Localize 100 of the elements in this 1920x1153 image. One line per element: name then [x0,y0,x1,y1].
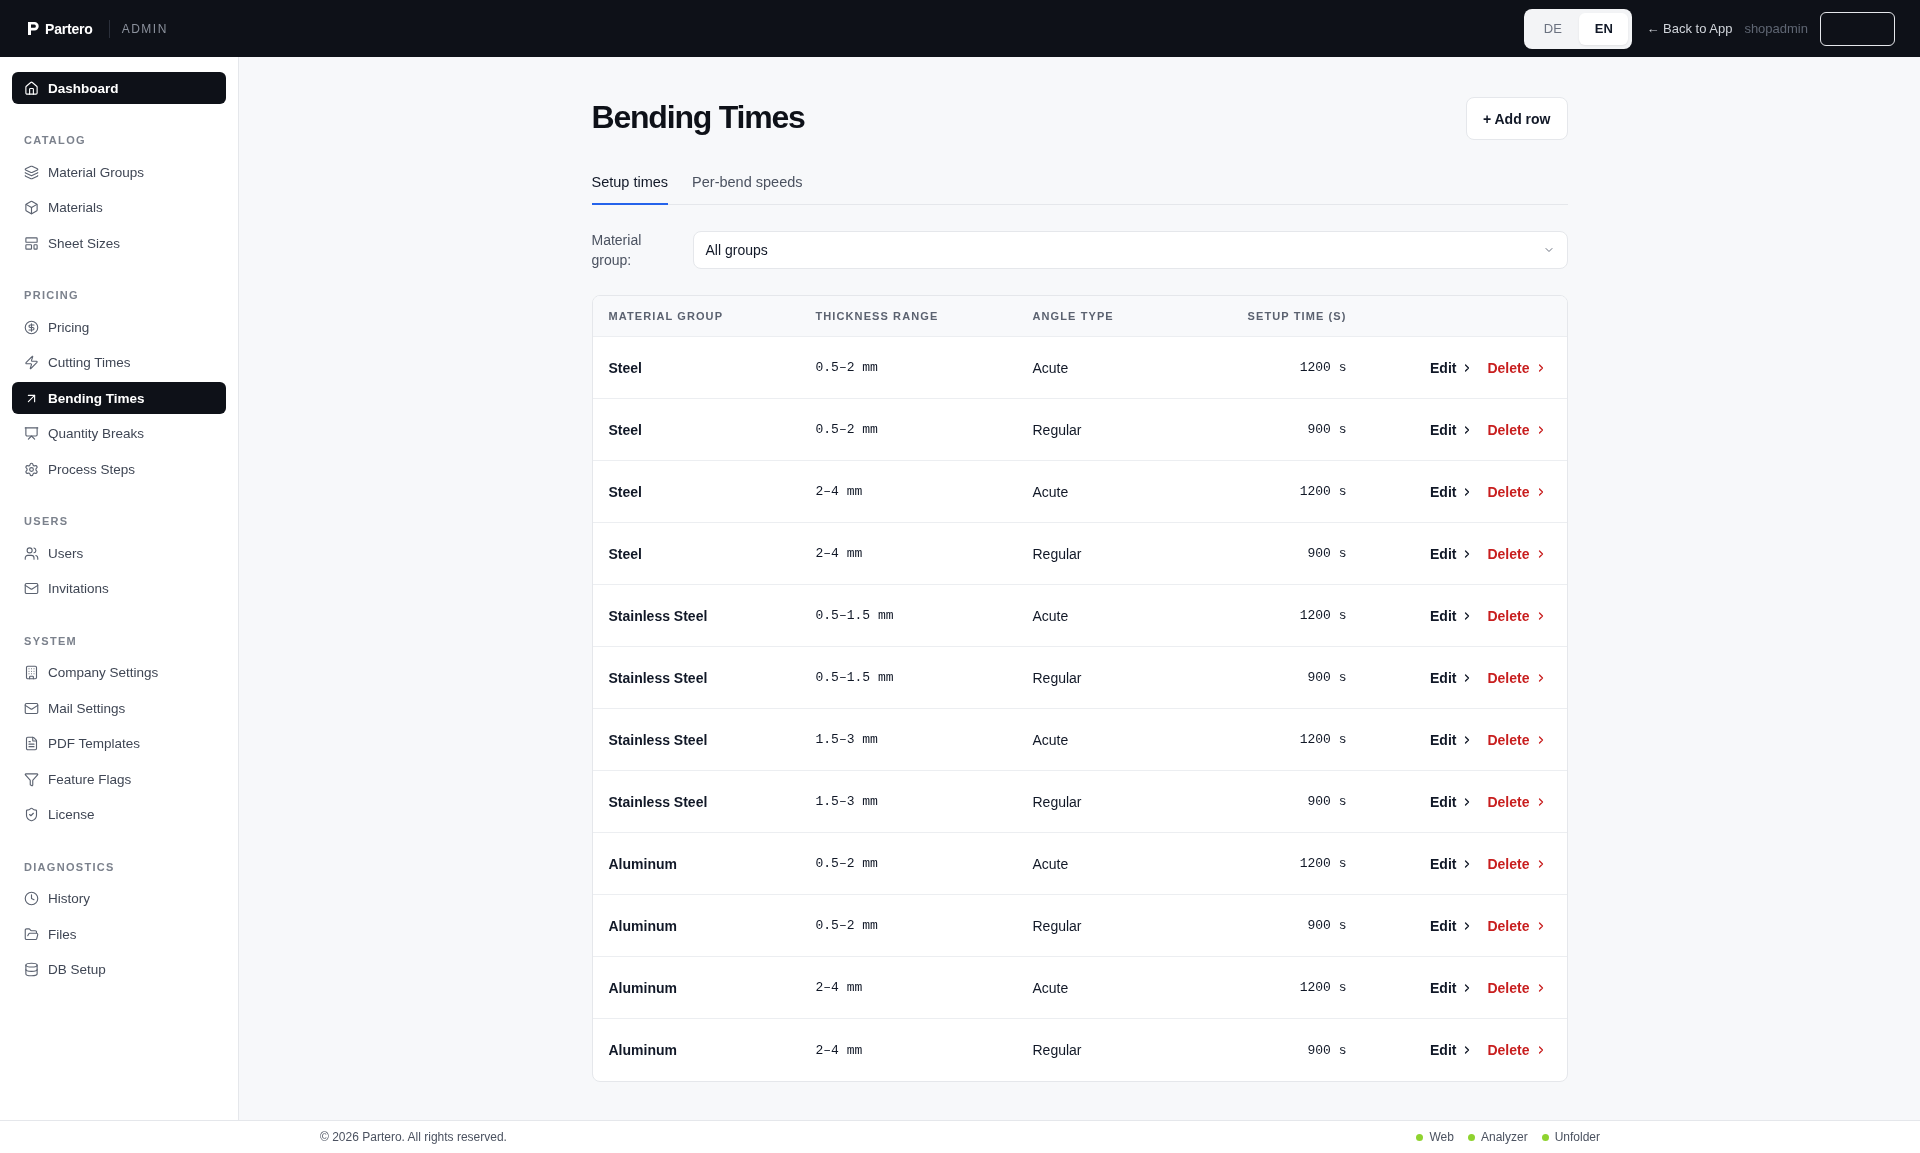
table-cell-text: Acute [1031,731,1070,748]
sidebar-item[interactable]: Pricing [12,311,226,343]
delete-link[interactable]: Delete [1487,669,1547,686]
delete-link[interactable]: Delete [1487,359,1547,376]
edit-link[interactable]: Edit [1430,731,1474,748]
edit-link[interactable]: Edit [1430,421,1474,438]
table-cell-text: Aluminum [607,855,678,872]
table-cell-text: Acute [1031,855,1070,872]
table-cell-text: 0.5–1.5 mm [814,670,895,685]
table-cell-text: 900 s [1306,1042,1348,1058]
delete-link[interactable]: Delete [1487,483,1547,500]
table-cell-text: 900 s [1306,670,1348,685]
service-label: Analyzer [1480,1130,1528,1144]
section-heading: SYSTEM [23,633,79,649]
edit-link[interactable]: Edit [1430,917,1474,934]
sidebar-item[interactable]: License [12,798,226,831]
sidebar-item[interactable]: DB Setup [12,953,226,986]
table-cell-text: 0.5–2 mm [814,918,879,933]
language-option[interactable]: EN [1579,12,1629,45]
brand-name: Partero [45,20,93,37]
sidebar-item[interactable]: Bending Times [12,382,226,414]
delete-link[interactable]: Delete [1487,545,1547,562]
add-row-button[interactable]: + Add row [1465,97,1568,140]
table-cell-text: Steel [607,421,643,438]
sidebar-item[interactable]: Company Settings [12,656,226,689]
table-cell-text: Steel [607,359,643,376]
delete-link[interactable]: Delete [1487,731,1547,748]
table-cell-text: Stainless Steel [607,793,709,810]
edit-link[interactable]: Edit [1430,607,1474,624]
table-cell-text: 1200 s [1298,856,1348,871]
sidebar-item[interactable]: Process Steps [12,453,226,485]
table-cell-text: Regular [1031,1042,1083,1058]
column-header: MATERIAL GROUP [607,310,725,322]
delete-link[interactable]: Delete [1487,855,1547,872]
table-cell-text: Aluminum [607,917,678,934]
folder-icon [24,926,39,942]
sidebar-item[interactable]: Mail Settings [12,692,226,724]
section-heading: DIAGNOSTICS [23,859,116,875]
edit-link[interactable]: Edit [1430,855,1474,872]
service-label: Web [1429,1130,1454,1144]
delete-link[interactable]: Delete [1487,979,1547,996]
language-option[interactable]: DE [1528,12,1578,45]
table-cell-text: Acute [1031,979,1070,996]
table-cell-text: 1200 s [1298,732,1348,747]
sidebar-item[interactable]: Cutting Times [12,346,226,379]
tab[interactable]: Per-bend speeds [692,160,803,205]
home-icon [24,80,39,96]
sidebar-item[interactable]: Sheet Sizes [12,227,226,259]
sidebar-item[interactable]: Quantity Breaks [12,417,226,450]
table-cell-text: 0.5–1.5 mm [814,608,895,623]
tab[interactable]: Setup times [591,160,669,205]
username: shopadmin [1744,21,1808,36]
delete-link[interactable]: Delete [1487,421,1547,438]
column-header: SETUP TIME (S) [1246,310,1348,322]
users-icon [24,545,39,561]
sidebar-item[interactable]: Invitations [12,572,226,605]
table-cell-text: 0.5–2 mm [814,360,879,375]
back-link[interactable]: ← Back to App [1646,21,1733,36]
dollar-circle-icon [24,319,39,335]
table-cell-text: Aluminum [607,1042,678,1058]
table-cell-text: Regular [1031,421,1083,438]
column-header: THICKNESS RANGE [814,310,940,322]
table-cell-text: Stainless Steel [607,731,709,748]
edit-link[interactable]: Edit [1430,793,1474,810]
table-cell-text: 0.5–2 mm [814,856,879,871]
section-heading: USERS [23,514,70,529]
sidebar-item[interactable]: PDF Templates [12,727,226,760]
table-cell-text: Aluminum [607,979,678,996]
delete-link[interactable]: Delete [1487,1042,1547,1058]
group-select[interactable]: All groups [692,231,1568,269]
sidebar-item[interactable]: Materials [12,191,226,224]
delete-link[interactable]: Delete [1487,793,1547,810]
table-cell-text: 2–4 mm [814,484,864,499]
table-cell-text: Acute [1031,359,1070,376]
table-cell-text: 1.5–3 mm [814,732,879,747]
sidebar-item[interactable]: Files [12,918,226,950]
edit-link[interactable]: Edit [1430,483,1474,500]
edit-link[interactable]: Edit [1430,359,1474,376]
database-icon [24,962,39,977]
mail-icon [24,581,39,596]
sidebar-item[interactable]: Feature Flags [12,763,226,795]
delete-link[interactable]: Delete [1487,917,1547,934]
building-icon [24,665,39,680]
sidebar-item[interactable]: Material Groups [12,156,226,188]
edit-link[interactable]: Edit [1430,669,1474,686]
table-cell-text: Regular [1031,793,1083,810]
filter-icon [24,771,39,787]
edit-link[interactable]: Edit [1430,979,1474,996]
empty-button[interactable] [1820,11,1895,46]
table-cell-text: Stainless Steel [607,669,709,686]
table-cell-text: 900 s [1306,918,1348,933]
table-cell-text: Steel [607,483,643,500]
edit-link[interactable]: Edit [1430,1042,1474,1058]
area-label: ADMIN [121,21,168,36]
sidebar-item[interactable]: Dashboard [12,72,226,104]
edit-link[interactable]: Edit [1430,545,1474,562]
sidebar-item[interactable]: History [12,882,226,915]
table-cell-text: Acute [1031,607,1070,624]
delete-link[interactable]: Delete [1487,607,1547,624]
sidebar-item[interactable]: Users [12,537,226,569]
